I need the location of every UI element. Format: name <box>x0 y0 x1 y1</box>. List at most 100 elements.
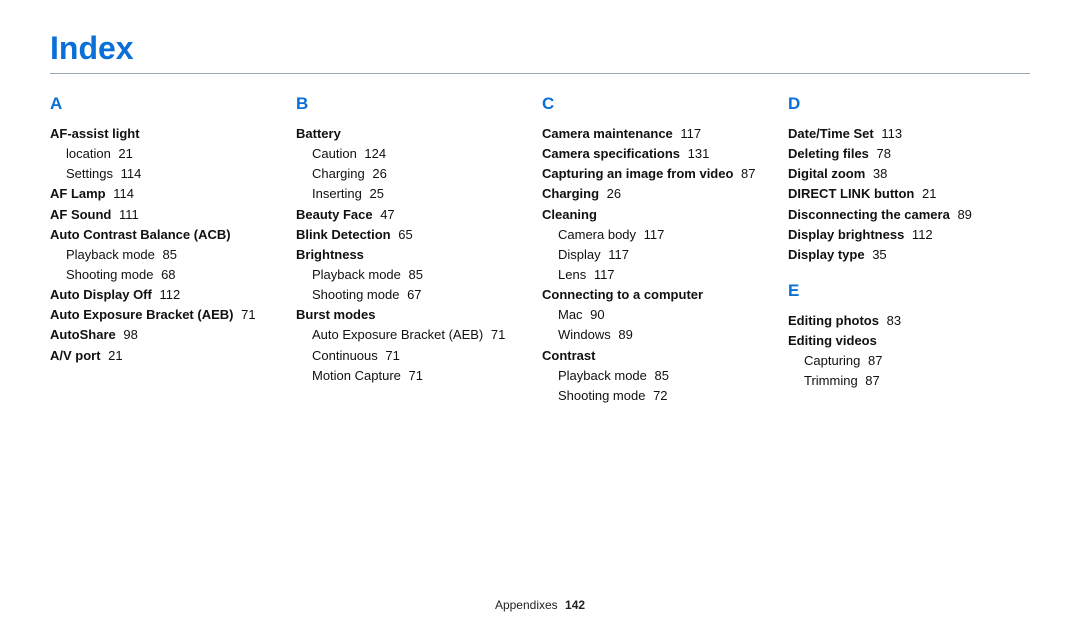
index-subentry: Shooting mode 68 <box>50 265 292 285</box>
index-entry: Deleting files 78 <box>788 144 1030 164</box>
subentry-label: Caution <box>312 146 357 161</box>
subentry-label: Charging <box>312 166 365 181</box>
subentry-page: 117 <box>605 247 629 262</box>
subentry-label: Mac <box>558 307 583 322</box>
index-subentry: Shooting mode 72 <box>542 386 784 406</box>
entry-label: Cleaning <box>542 207 597 222</box>
entry-label: Auto Contrast Balance (ACB) <box>50 227 231 242</box>
index-entry: Cleaning <box>542 205 784 225</box>
index-letter: A <box>50 94 292 114</box>
entry-label: Burst modes <box>296 307 375 322</box>
entry-label: Auto Display Off <box>50 287 152 302</box>
index-entry: Beauty Face 47 <box>296 205 538 225</box>
entry-page: 21 <box>918 186 936 201</box>
entry-label: Digital zoom <box>788 166 865 181</box>
entry-label: Editing photos <box>788 313 879 328</box>
subentry-label: Inserting <box>312 186 362 201</box>
subentry-page: 21 <box>115 146 133 161</box>
index-subentry: Capturing 87 <box>788 351 1030 371</box>
subentry-page: 71 <box>487 327 505 342</box>
entry-label: Brightness <box>296 247 364 262</box>
entry-label: A/V port <box>50 348 101 363</box>
subentry-page: 124 <box>361 146 386 161</box>
entry-page: 111 <box>115 207 138 222</box>
subentry-page: 71 <box>382 348 400 363</box>
index-entry: Auto Exposure Bracket (AEB) 71 <box>50 305 292 325</box>
subentry-page: 87 <box>862 373 880 388</box>
index-subentry: Inserting 25 <box>296 184 538 204</box>
entry-label: Connecting to a computer <box>542 287 703 302</box>
subentry-page: 85 <box>159 247 177 262</box>
index-entry: Capturing an image from video 87 <box>542 164 784 184</box>
footer-page-number: 142 <box>565 598 585 612</box>
entry-label: Beauty Face <box>296 207 373 222</box>
entry-label: Charging <box>542 186 599 201</box>
subentry-label: Shooting mode <box>66 267 153 282</box>
entry-label: Capturing an image from video <box>542 166 733 181</box>
index-subentry: Mac 90 <box>542 305 784 325</box>
entry-label: Contrast <box>542 348 595 363</box>
entry-page: 112 <box>156 287 180 302</box>
entry-page: 71 <box>237 307 255 322</box>
index-letter: E <box>788 281 1030 301</box>
subentry-label: location <box>66 146 111 161</box>
entry-page: 98 <box>120 327 138 342</box>
index-subentry: Charging 26 <box>296 164 538 184</box>
index-entry: Brightness <box>296 245 538 265</box>
index-subentry: Trimming 87 <box>788 371 1030 391</box>
index-subentry: Camera body 117 <box>542 225 784 245</box>
entry-page: 87 <box>737 166 755 181</box>
entry-page: 83 <box>883 313 901 328</box>
index-entry: A/V port 21 <box>50 346 292 366</box>
index-entry: Contrast <box>542 346 784 366</box>
index-entry: Burst modes <box>296 305 538 325</box>
entry-label: AF Sound <box>50 207 111 222</box>
subentry-label: Lens <box>558 267 586 282</box>
entry-label: AF-assist light <box>50 126 140 141</box>
entry-label: Display brightness <box>788 227 904 242</box>
entry-page: 114 <box>110 186 134 201</box>
subentry-label: Playback mode <box>66 247 155 262</box>
index-entry: Date/Time Set 113 <box>788 124 1030 144</box>
subentry-page: 25 <box>366 186 384 201</box>
horizontal-rule <box>50 73 1030 74</box>
index-subentry: Settings 114 <box>50 164 292 184</box>
entry-label: AF Lamp <box>50 186 106 201</box>
index-entry: Auto Contrast Balance (ACB) <box>50 225 292 245</box>
index-column: DDate/Time Set 113Deleting files 78Digit… <box>788 94 1030 406</box>
subentry-label: Windows <box>558 327 611 342</box>
index-entry: Camera maintenance 117 <box>542 124 784 144</box>
entry-page: 89 <box>954 207 972 222</box>
index-entry: Auto Display Off 112 <box>50 285 292 305</box>
subentry-page: 85 <box>651 368 669 383</box>
entry-page: 113 <box>878 126 902 141</box>
subentry-label: Capturing <box>804 353 860 368</box>
index-subentry: Playback mode 85 <box>296 265 538 285</box>
subentry-label: Trimming <box>804 373 858 388</box>
index-subentry: Playback mode 85 <box>50 245 292 265</box>
index-subentry: Shooting mode 67 <box>296 285 538 305</box>
entry-page: 117 <box>677 126 701 141</box>
index-entry: Camera specifications 131 <box>542 144 784 164</box>
entry-page: 38 <box>869 166 887 181</box>
index-letter: D <box>788 94 1030 114</box>
subentry-page: 90 <box>587 307 605 322</box>
entry-label: Camera maintenance <box>542 126 673 141</box>
index-entry: Connecting to a computer <box>542 285 784 305</box>
index-subentry: Auto Exposure Bracket (AEB) 71 <box>296 325 538 345</box>
subentry-label: Auto Exposure Bracket (AEB) <box>312 327 483 342</box>
index-entry: AF-assist light <box>50 124 292 144</box>
entry-page: 65 <box>395 227 413 242</box>
subentry-page: 26 <box>369 166 387 181</box>
subentry-label: Camera body <box>558 227 636 242</box>
index-subentry: Motion Capture 71 <box>296 366 538 386</box>
entry-label: Auto Exposure Bracket (AEB) <box>50 307 233 322</box>
subentry-page: 71 <box>405 368 423 383</box>
index-column: BBatteryCaution 124Charging 26Inserting … <box>296 94 538 406</box>
subentry-label: Playback mode <box>558 368 647 383</box>
index-entry: Editing videos <box>788 331 1030 351</box>
index-entry: Digital zoom 38 <box>788 164 1030 184</box>
index-subentry: Playback mode 85 <box>542 366 784 386</box>
entry-label: Camera specifications <box>542 146 680 161</box>
subentry-page: 114 <box>117 166 141 181</box>
